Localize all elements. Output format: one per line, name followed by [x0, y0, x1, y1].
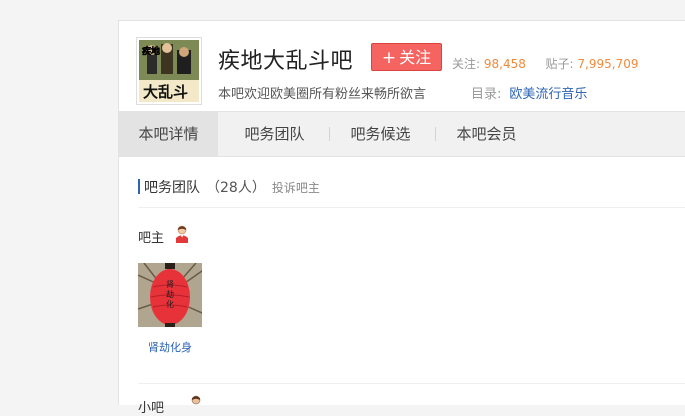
follow-label: 关注 [399, 48, 432, 67]
followers-label: 关注: [452, 57, 481, 71]
followers-count: 98,458 [483, 57, 526, 71]
forum-avatar-text: 大乱斗 [143, 83, 188, 101]
tab-forum-details[interactable]: 本吧详情 [119, 112, 218, 156]
posts-label: 贴子: [545, 57, 574, 71]
section-accent-bar [138, 179, 140, 194]
forum-catalog: 目录: 欧美流行音乐 [471, 83, 587, 102]
catalog-link[interactable]: 欧美流行音乐 [509, 87, 587, 102]
svg-text:肾: 肾 [166, 280, 174, 289]
catalog-label: 目录: [471, 87, 502, 102]
forum-avatar-image: 疾地 大乱斗 [139, 40, 199, 102]
plus-icon: + [381, 48, 397, 68]
forum-slogan: 本吧欢迎欧美圈所有粉丝来畅所欲言 [218, 87, 427, 102]
divider [138, 383, 685, 384]
tab-admin-team[interactable]: 吧务团队 [225, 112, 324, 156]
next-role-label: 小吧 [138, 401, 165, 416]
forum-tabs: 本吧详情 吧务团队 吧务候选 本吧会员 [119, 111, 685, 157]
member-avatar[interactable]: 肾 劫 化 [137, 262, 203, 327]
team-section-header: 吧务团队 （28人） 投诉吧主 [138, 177, 320, 196]
owner-role-label: 吧主 [138, 231, 165, 246]
tab-forum-members[interactable]: 本吧会员 [437, 112, 536, 156]
team-count: （28人） [206, 180, 266, 196]
owner-role-icon [176, 225, 188, 243]
assistant-role-icon [191, 395, 201, 405]
divider [138, 207, 685, 208]
posts-count: 7,995,709 [577, 57, 639, 71]
follow-button[interactable]: + 关注 [371, 43, 442, 71]
team-title: 吧务团队 [144, 180, 200, 196]
forum-avatar[interactable]: 疾地 大乱斗 [136, 37, 202, 105]
svg-text:劫: 劫 [166, 289, 174, 299]
forum-panel: 疾地 大乱斗 疾地大乱斗吧 + 关注 关注: 98,458 贴子: 7,995,7… [118, 20, 685, 416]
lantern-avatar-image: 肾 劫 化 [137, 262, 203, 327]
forum-avatar-badge: 疾地 [142, 45, 160, 57]
report-owner-link[interactable]: 投诉吧主 [272, 181, 320, 195]
svg-text:化: 化 [166, 299, 174, 309]
tab-admin-candidates[interactable]: 吧务候选 [331, 112, 430, 156]
forum-stats: 关注: 98,458 贴子: 7,995,709 [452, 55, 638, 72]
member-name-link[interactable]: 肾劫化身 [138, 339, 202, 355]
forum-title[interactable]: 疾地大乱斗吧 [218, 43, 353, 75]
